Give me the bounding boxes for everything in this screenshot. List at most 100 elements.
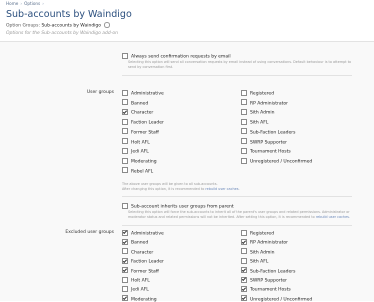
excluded-group-option-holt-afl[interactable]: Holt AFL (122, 276, 150, 284)
user-group-option-rp-administrator[interactable]: RP Administrator (241, 99, 288, 106)
user-group-option-label: Moderating (131, 159, 157, 165)
user-group-checkbox[interactable] (241, 99, 247, 106)
excluded-group-option-rp-administrator[interactable]: RP Administrator (241, 239, 288, 246)
edit-icon[interactable] (104, 22, 110, 28)
breadcrumb-separator: › (20, 1, 23, 6)
excluded-group-option-tournament-hosts[interactable]: Tournament Hosts (241, 286, 291, 293)
confirm-email-hint: Selecting this option will send all conv… (128, 60, 352, 69)
excluded-group-option-swrp-supporter[interactable]: SWRP Supporter (241, 276, 287, 284)
excluded-group-checkbox[interactable] (241, 229, 247, 236)
excluded-group-option-label: Tournament Hosts (250, 287, 291, 293)
excluded-group-option-administrative[interactable]: Administrative (122, 229, 164, 237)
confirm-email-option[interactable]: Always send confirmation requests by ema… (122, 52, 231, 60)
user-group-checkbox[interactable] (122, 99, 128, 106)
excluded-group-checkbox[interactable] (122, 267, 128, 274)
excluded-group-option-label: Sith AFL (250, 259, 269, 265)
excluded-group-option-label: Sith Admin (250, 250, 275, 256)
user-group-option-character[interactable]: Character (122, 109, 153, 116)
user-group-checkbox[interactable] (241, 128, 247, 135)
user-group-checkbox[interactable] (241, 89, 247, 96)
excluded-group-checkbox[interactable] (241, 248, 247, 255)
user-group-option-sith-afl[interactable]: Sith AFL (241, 118, 268, 126)
user-group-option-moderating[interactable]: Moderating (122, 157, 157, 165)
confirm-email-label: Always send confirmation requests by ema… (131, 54, 231, 60)
excluded-group-option-former-staff[interactable]: Former Staff (122, 267, 159, 274)
user-group-option-former-staff[interactable]: Former Staff (122, 128, 159, 135)
excluded-group-option-moderating[interactable]: Moderating (122, 295, 157, 302)
user-groups-hint-suffix: . (238, 186, 240, 191)
user-group-option-label: Registered (250, 91, 275, 97)
user-group-checkbox[interactable] (122, 147, 128, 154)
excluded-group-option-sub-faction-leaders[interactable]: Sub-Faction Leaders (241, 267, 295, 274)
user-group-option-label: SWRP Supporter (250, 140, 287, 145)
excluded-group-option-character[interactable]: Character (122, 248, 154, 256)
user-group-option-administrative[interactable]: Administrative (122, 89, 164, 97)
excluded-group-option-label: RP Administrator (250, 240, 288, 246)
inherit-groups-hint-prefix: After setting this option, it is recomme… (236, 214, 316, 219)
breadcrumb-separator: › (42, 1, 44, 6)
excluded-group-checkbox[interactable] (241, 239, 247, 245)
confirm-email-checkbox[interactable] (122, 52, 128, 59)
user-group-checkbox[interactable] (241, 138, 247, 145)
excluded-group-option-sith-afl[interactable]: Sith AFL (241, 257, 269, 265)
user-group-option-holt-afl[interactable]: Holt AFL (122, 138, 150, 145)
page-title: Sub-accounts by Waindigo (6, 9, 132, 20)
rebuild-user-caches-link[interactable]: rebuild user caches (316, 215, 349, 219)
user-group-option-unregistered-unconfirmed[interactable]: Unregistered / Unconfirmed (241, 157, 312, 164)
excluded-group-checkbox[interactable] (241, 267, 247, 274)
user-group-checkbox[interactable] (122, 89, 128, 96)
excluded-group-checkbox[interactable] (241, 295, 247, 302)
user-groups-hint-prefix: After changing this option, it is recomm… (122, 186, 206, 191)
rebuild-user-caches-link[interactable]: rebuild user caches (205, 187, 238, 191)
excluded-group-option-registered[interactable]: Registered (241, 229, 274, 237)
user-group-checkbox[interactable] (241, 157, 247, 164)
excluded-group-checkbox[interactable] (241, 257, 247, 264)
excluded-group-option-jedi-afl[interactable]: Jedi AFL (122, 286, 149, 293)
user-group-option-registered[interactable]: Registered (241, 89, 275, 97)
excluded-groups-label: Excluded user groups (65, 230, 114, 235)
excluded-group-checkbox[interactable] (122, 229, 128, 236)
inherit-groups-checkbox[interactable] (122, 202, 128, 209)
excluded-group-option-label: Jedi AFL (131, 287, 149, 293)
user-group-option-label: Character (131, 110, 154, 116)
excluded-group-option-unregistered-unconfirmed[interactable]: Unregistered / Unconfirmed (241, 295, 312, 302)
user-group-option-sub-faction-leaders[interactable]: Sub-Faction Leaders (241, 128, 295, 135)
excluded-group-checkbox[interactable] (241, 286, 247, 292)
option-group-line: Option Groups: Sub-accounts by Waindigo (6, 22, 110, 28)
excluded-group-option-label: Faction Leader (131, 259, 164, 265)
excluded-group-checkbox[interactable] (122, 257, 128, 264)
user-group-checkbox[interactable] (122, 157, 128, 164)
user-group-option-label: Tournament Hosts (250, 149, 291, 155)
excluded-group-option-label: Character (131, 250, 154, 256)
user-group-option-swrp-supporter[interactable]: SWRP Supporter (241, 138, 287, 145)
breadcrumb-home[interactable]: Home (6, 1, 18, 6)
excluded-group-checkbox[interactable] (122, 295, 128, 302)
user-group-checkbox[interactable] (241, 109, 247, 115)
excluded-group-checkbox[interactable] (241, 276, 247, 283)
user-group-checkbox[interactable] (122, 109, 128, 115)
user-group-option-jedi-afl[interactable]: Jedi AFL (122, 147, 149, 155)
user-group-option-tournament-hosts[interactable]: Tournament Hosts (241, 147, 291, 155)
user-group-checkbox[interactable] (241, 147, 247, 154)
user-group-checkbox[interactable] (241, 118, 247, 125)
excluded-group-checkbox[interactable] (122, 239, 128, 245)
user-group-checkbox[interactable] (122, 128, 128, 135)
user-group-option-label: Faction Leader (131, 120, 164, 126)
excluded-group-option-faction-leader[interactable]: Faction Leader (122, 257, 164, 265)
user-group-option-faction-leader[interactable]: Faction Leader (122, 118, 164, 126)
user-group-option-label: Rebel AFL (131, 169, 154, 175)
breadcrumb-options[interactable]: Options (24, 1, 40, 6)
excluded-group-checkbox[interactable] (122, 248, 128, 255)
excluded-group-checkbox[interactable] (122, 286, 128, 292)
user-group-checkbox[interactable] (122, 138, 128, 145)
user-group-checkbox[interactable] (122, 167, 128, 174)
user-group-option-banned[interactable]: Banned (122, 99, 148, 106)
excluded-group-option-banned[interactable]: Banned (122, 239, 148, 246)
user-group-option-rebel-afl[interactable]: Rebel AFL (122, 167, 154, 175)
user-group-checkbox[interactable] (122, 118, 128, 125)
excluded-group-checkbox[interactable] (122, 276, 128, 283)
options-form: Always send confirmation requests by ema… (0, 41, 374, 302)
inherit-groups-option[interactable]: Sub-account inherits user groups from pa… (122, 202, 234, 210)
excluded-group-option-sith-admin[interactable]: Sith Admin (241, 248, 275, 256)
user-group-option-sith-admin[interactable]: Sith Admin (241, 109, 275, 116)
